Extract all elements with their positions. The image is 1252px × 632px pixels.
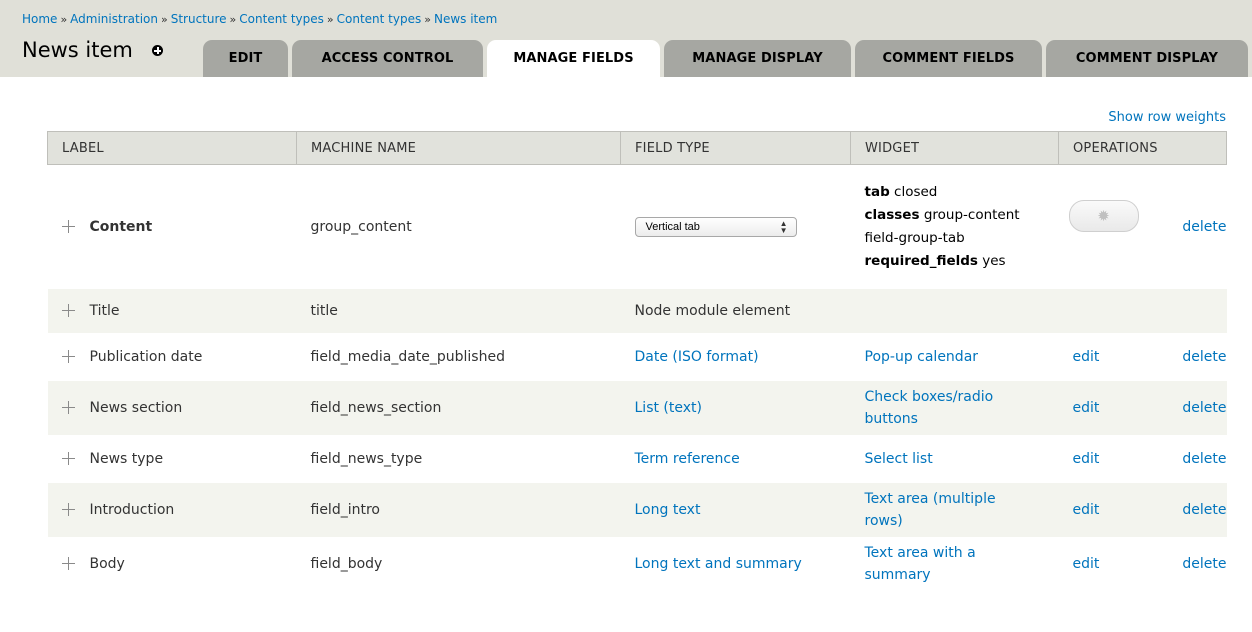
widget-summary: tab closed classes group-content field-g… xyxy=(865,181,1059,273)
summary-value: closed xyxy=(894,183,938,200)
delete-link[interactable]: delete xyxy=(1182,502,1226,518)
table-row: News type field_news_type Term reference… xyxy=(48,435,1227,483)
page-header: Home» Administration» Structure» Content ty… xyxy=(0,0,1252,77)
machine-name: field_body xyxy=(310,555,383,572)
summary-value: group-content xyxy=(923,206,1020,223)
delete-link[interactable]: delete xyxy=(1182,451,1226,467)
breadcrumb-administration[interactable]: Administration xyxy=(70,12,158,26)
widget xyxy=(850,288,1059,333)
drag-handle-icon[interactable] xyxy=(61,503,75,516)
field-label: News type xyxy=(89,450,164,467)
field-label: Introduction xyxy=(89,501,175,518)
field-type-link[interactable]: Term reference xyxy=(635,451,740,467)
tab-access-control[interactable]: ACCESS CONTROL xyxy=(292,40,483,77)
page-title: News item xyxy=(22,38,133,62)
table-header-row: LABEL MACHINE NAME FIELD TYPE WIDGET OPE… xyxy=(47,131,1228,165)
edit-link[interactable]: edit xyxy=(1073,349,1100,365)
delete-link[interactable]: delete xyxy=(1182,219,1226,235)
field-label: News section xyxy=(89,399,183,416)
field-type-link[interactable]: Date (ISO format) xyxy=(635,349,759,365)
edit-link[interactable]: edit xyxy=(1073,400,1100,416)
column-header-widget: WIDGET xyxy=(850,131,1059,165)
widget-link[interactable]: Text area with a summary xyxy=(865,545,976,583)
breadcrumb: Home» Administration» Structure» Content ty… xyxy=(22,12,497,26)
table-row-group-content: Content group_content Vertical tab ▲ ▼ ta… xyxy=(48,165,1227,289)
breadcrumb-separator: » xyxy=(160,13,168,26)
settings-button[interactable]: ✹ xyxy=(1068,199,1139,232)
delete-link[interactable]: delete xyxy=(1182,400,1226,416)
summary-key: tab xyxy=(864,183,890,200)
breadcrumb-structure[interactable]: Structure xyxy=(171,12,227,26)
tab-edit[interactable]: EDIT xyxy=(203,40,288,77)
machine-name: field_media_date_published xyxy=(310,348,505,365)
breadcrumb-content-types[interactable]: Content types xyxy=(239,12,324,26)
table-row: Publication date field_media_date_publis… xyxy=(48,333,1227,381)
field-type-select-value: Vertical tab xyxy=(645,220,700,233)
manage-fields-table: LABEL MACHINE NAME FIELD TYPE WIDGET OPE… xyxy=(47,131,1228,591)
drag-handle-icon[interactable] xyxy=(61,350,75,363)
breadcrumb-separator: » xyxy=(326,13,334,26)
field-label: Title xyxy=(89,302,120,319)
machine-name: group_content xyxy=(310,218,412,235)
field-type-link[interactable]: Long text xyxy=(635,502,701,518)
machine-name: title xyxy=(296,288,621,333)
delete-link[interactable]: delete xyxy=(1182,556,1226,572)
breadcrumb-separator: » xyxy=(229,13,237,26)
drag-handle-icon[interactable] xyxy=(61,304,75,317)
edit-link[interactable]: edit xyxy=(1073,451,1100,467)
drag-handle-icon[interactable] xyxy=(61,401,75,414)
table-row: Introduction field_intro Long text Text … xyxy=(47,482,1227,537)
tab-manage-display[interactable]: MANAGE DISPLAY xyxy=(664,40,851,77)
show-row-weights-link[interactable]: Show row weights xyxy=(1108,110,1226,125)
field-type-select[interactable]: Vertical tab ▲ ▼ xyxy=(634,216,797,237)
widget-link[interactable]: Check boxes/radio buttons xyxy=(865,389,994,427)
widget-link[interactable]: Select list xyxy=(865,451,933,467)
table-row: Body field_body Long text and summary Te… xyxy=(48,537,1227,591)
edit-link[interactable]: edit xyxy=(1073,556,1100,572)
summary-key: classes xyxy=(864,206,920,223)
delete-link[interactable]: delete xyxy=(1182,349,1226,365)
select-arrows-icon: ▲ ▼ xyxy=(779,218,788,235)
column-header-label: LABEL xyxy=(47,131,297,165)
field-label: Publication date xyxy=(89,348,203,365)
breadcrumb-separator: » xyxy=(424,13,431,26)
summary-value: field-group-tab xyxy=(864,229,965,246)
widget-link[interactable]: Text area (multiple rows) xyxy=(865,491,996,529)
breadcrumb-content-types-2[interactable]: Content types xyxy=(337,12,422,26)
summary-key: required_fields xyxy=(864,252,978,269)
drag-handle-icon[interactable] xyxy=(61,452,75,465)
edit-link[interactable]: edit xyxy=(1073,502,1100,518)
machine-name: field_news_section xyxy=(296,380,621,435)
breadcrumb-home[interactable]: Home xyxy=(22,12,57,26)
summary-value: yes xyxy=(982,252,1006,269)
breadcrumb-separator: » xyxy=(60,13,68,26)
field-label: Body xyxy=(89,555,125,572)
drag-handle-icon[interactable] xyxy=(61,557,75,570)
table-row: Title title Node module element xyxy=(47,288,1227,333)
tab-comment-fields[interactable]: COMMENT FIELDS xyxy=(855,40,1042,77)
add-shortcut-icon[interactable] xyxy=(152,45,163,56)
breadcrumb-news-item[interactable]: News item xyxy=(434,12,497,26)
machine-name: field_news_type xyxy=(310,450,423,467)
widget-link[interactable]: Pop-up calendar xyxy=(865,349,979,365)
field-type: Node module element xyxy=(620,288,851,333)
field-type-link[interactable]: List (text) xyxy=(635,400,702,416)
column-header-operations: OPERATIONS xyxy=(1057,131,1228,165)
column-header-machine-name: MACHINE NAME xyxy=(296,131,621,165)
field-type-link[interactable]: Long text and summary xyxy=(635,556,802,572)
drag-handle-icon[interactable] xyxy=(61,220,75,234)
table-row: News section field_news_section List (te… xyxy=(47,380,1227,435)
gear-icon: ✹ xyxy=(1097,206,1110,225)
tab-comment-display[interactable]: COMMENT DISPLAY xyxy=(1046,40,1248,77)
machine-name: field_intro xyxy=(296,482,621,537)
column-header-field-type: FIELD TYPE xyxy=(620,131,851,165)
tab-manage-fields[interactable]: MANAGE FIELDS xyxy=(487,40,660,77)
field-label: Content xyxy=(89,218,153,235)
